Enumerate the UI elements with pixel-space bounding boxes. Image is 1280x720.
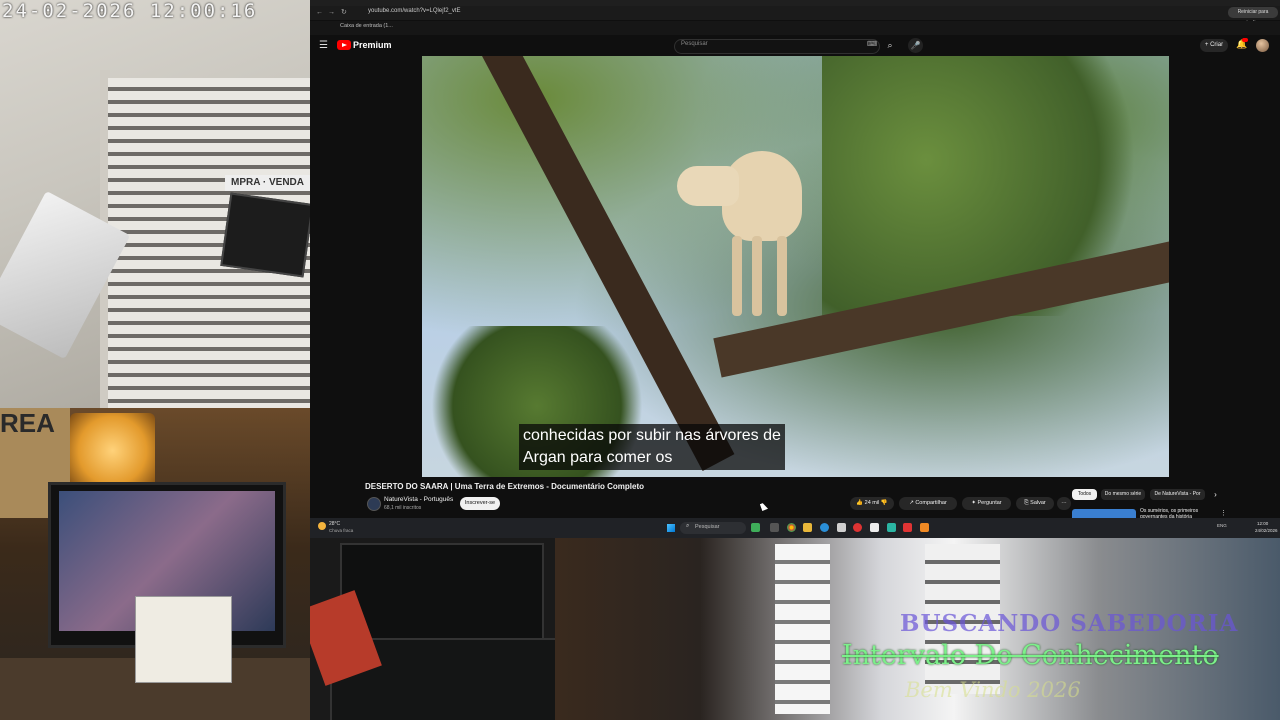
vlc-icon[interactable] xyxy=(920,523,929,532)
search-icon[interactable]: ⌕ xyxy=(882,38,898,53)
weather-description[interactable]: Chuva fraca xyxy=(329,528,353,533)
video-player[interactable]: conhecidas por subir nas árvores de Arga… xyxy=(422,56,1169,477)
file-explorer-icon[interactable] xyxy=(803,523,812,532)
more-actions-button[interactable]: ··· xyxy=(1057,497,1071,510)
goat xyxy=(677,141,807,321)
chip-all[interactable]: Todos xyxy=(1072,489,1097,500)
app-icon-teal[interactable] xyxy=(887,523,896,532)
video-title: DESERTO DO SAARA | Uma Terra de Extremos… xyxy=(365,482,645,491)
app-icon-green[interactable] xyxy=(751,523,760,532)
menu-icon[interactable]: ☰ xyxy=(319,40,328,51)
search-placeholder: Pesquisar xyxy=(681,41,708,47)
url-field[interactable]: youtube.com/watch?v=LQlejf2_vtE xyxy=(368,8,461,14)
channel-avatar[interactable] xyxy=(367,497,381,511)
mic-icon[interactable]: 🎤 xyxy=(908,38,923,53)
subscriber-count: 68,1 mil inscritos xyxy=(384,505,422,511)
overlay-title: BUSCANDO SABEDORIA xyxy=(900,610,1239,637)
weather-temperature[interactable]: 28°C xyxy=(329,521,340,527)
save-button[interactable]: ⎘ Salvar xyxy=(1016,497,1054,510)
app-icon-red[interactable] xyxy=(853,523,862,532)
chip-same-series[interactable]: Do mesmo série xyxy=(1101,489,1145,500)
subtitle-line: conhecidas por subir nas árvores de xyxy=(523,427,781,444)
youtube-premium-label[interactable]: Premium xyxy=(353,40,392,50)
chip-channel[interactable]: De NatureVista - Por xyxy=(1150,489,1205,500)
create-button[interactable]: + Criar xyxy=(1200,39,1228,52)
lamp xyxy=(70,413,155,488)
back-button[interactable]: ← xyxy=(316,8,323,18)
bookmark-inbox[interactable]: Caixa de entrada (1... xyxy=(340,23,393,29)
save-label: Salvar xyxy=(1030,500,1046,506)
goat-head xyxy=(677,166,739,206)
recommended-more-icon[interactable]: ⋮ xyxy=(1220,509,1227,517)
input-language[interactable]: ENG xyxy=(1217,523,1227,528)
desk-calendar xyxy=(135,596,232,683)
share-icon: ↗ xyxy=(909,500,914,506)
chrome-icon[interactable] xyxy=(787,523,796,532)
start-icon[interactable] xyxy=(667,524,675,532)
overlay-welcome: Bem Vindo 2026 xyxy=(905,678,1081,702)
camera-feed-desk: REA xyxy=(0,408,310,720)
goat-leg xyxy=(732,236,742,316)
taskbar-search-label: Pesquisar xyxy=(695,524,720,530)
dislike-icon[interactable]: 👎 xyxy=(881,500,888,506)
avatar[interactable] xyxy=(1256,39,1269,52)
goat-leg xyxy=(752,236,762,316)
window-left xyxy=(775,544,830,714)
search-icon: ⌕ xyxy=(686,523,690,529)
video-subtitle: conhecidas por subir nas árvores de Arga… xyxy=(519,424,785,470)
app-icon-white[interactable] xyxy=(870,523,879,532)
ask-button[interactable]: ✦ Perguntar xyxy=(962,497,1011,510)
channel-name[interactable]: NatureVista - Português xyxy=(384,496,453,503)
camera-feed-studio xyxy=(310,538,555,720)
task-view-icon[interactable] xyxy=(770,523,779,532)
like-dislike-button[interactable]: 👍 24 mil 👎 xyxy=(850,497,894,510)
camera-timestamp: 24-02-2026 12:00:16 xyxy=(2,0,258,22)
youtube-logo-icon[interactable] xyxy=(337,40,351,50)
bookmarks-bar xyxy=(310,21,1280,35)
save-icon: ⎘ xyxy=(1024,500,1029,506)
edge-icon[interactable] xyxy=(820,523,829,532)
browser-window: ← → ↻ youtube.com/watch?v=LQlejf2_vtE Re… xyxy=(310,0,1280,538)
reload-button[interactable]: ↻ xyxy=(341,8,347,18)
camera-feed-entrance: MPRA · VENDA xyxy=(0,0,310,408)
overlay-subtitle: Intervalo Do Conhecimento xyxy=(842,640,1219,671)
studio-monitor-top xyxy=(340,543,544,642)
like-count: 24 mil xyxy=(864,500,880,506)
like-icon[interactable]: 👍 xyxy=(856,500,863,506)
ask-label: Perguntar xyxy=(977,500,1002,506)
goat-leg xyxy=(777,236,787,316)
clock-time[interactable]: 12:00 xyxy=(1257,521,1268,526)
clock-date[interactable]: 24/02/2026 xyxy=(1255,528,1278,533)
chips-next-icon[interactable]: › xyxy=(1210,489,1221,500)
share-button[interactable]: ↗ Compartilhar xyxy=(899,497,957,510)
restart-update-button[interactable]: Reiniciar para atualizar xyxy=(1228,7,1278,26)
share-label: Compartilhar xyxy=(915,500,947,506)
forward-button[interactable]: → xyxy=(328,8,335,18)
notification-badge xyxy=(1242,38,1248,42)
app-icon-red-2[interactable] xyxy=(903,523,912,532)
hanging-laptop-black xyxy=(220,192,310,278)
sale-sign: MPRA · VENDA xyxy=(225,175,310,191)
subscribe-button[interactable]: Inscrever-se xyxy=(460,497,500,510)
weather-icon[interactable] xyxy=(318,522,326,530)
subtitle-line: Argan para comer os xyxy=(523,449,673,466)
keyboard-icon[interactable]: ⌨ xyxy=(867,40,877,48)
sparkle-icon: ✦ xyxy=(971,500,976,506)
store-icon[interactable] xyxy=(837,523,846,532)
